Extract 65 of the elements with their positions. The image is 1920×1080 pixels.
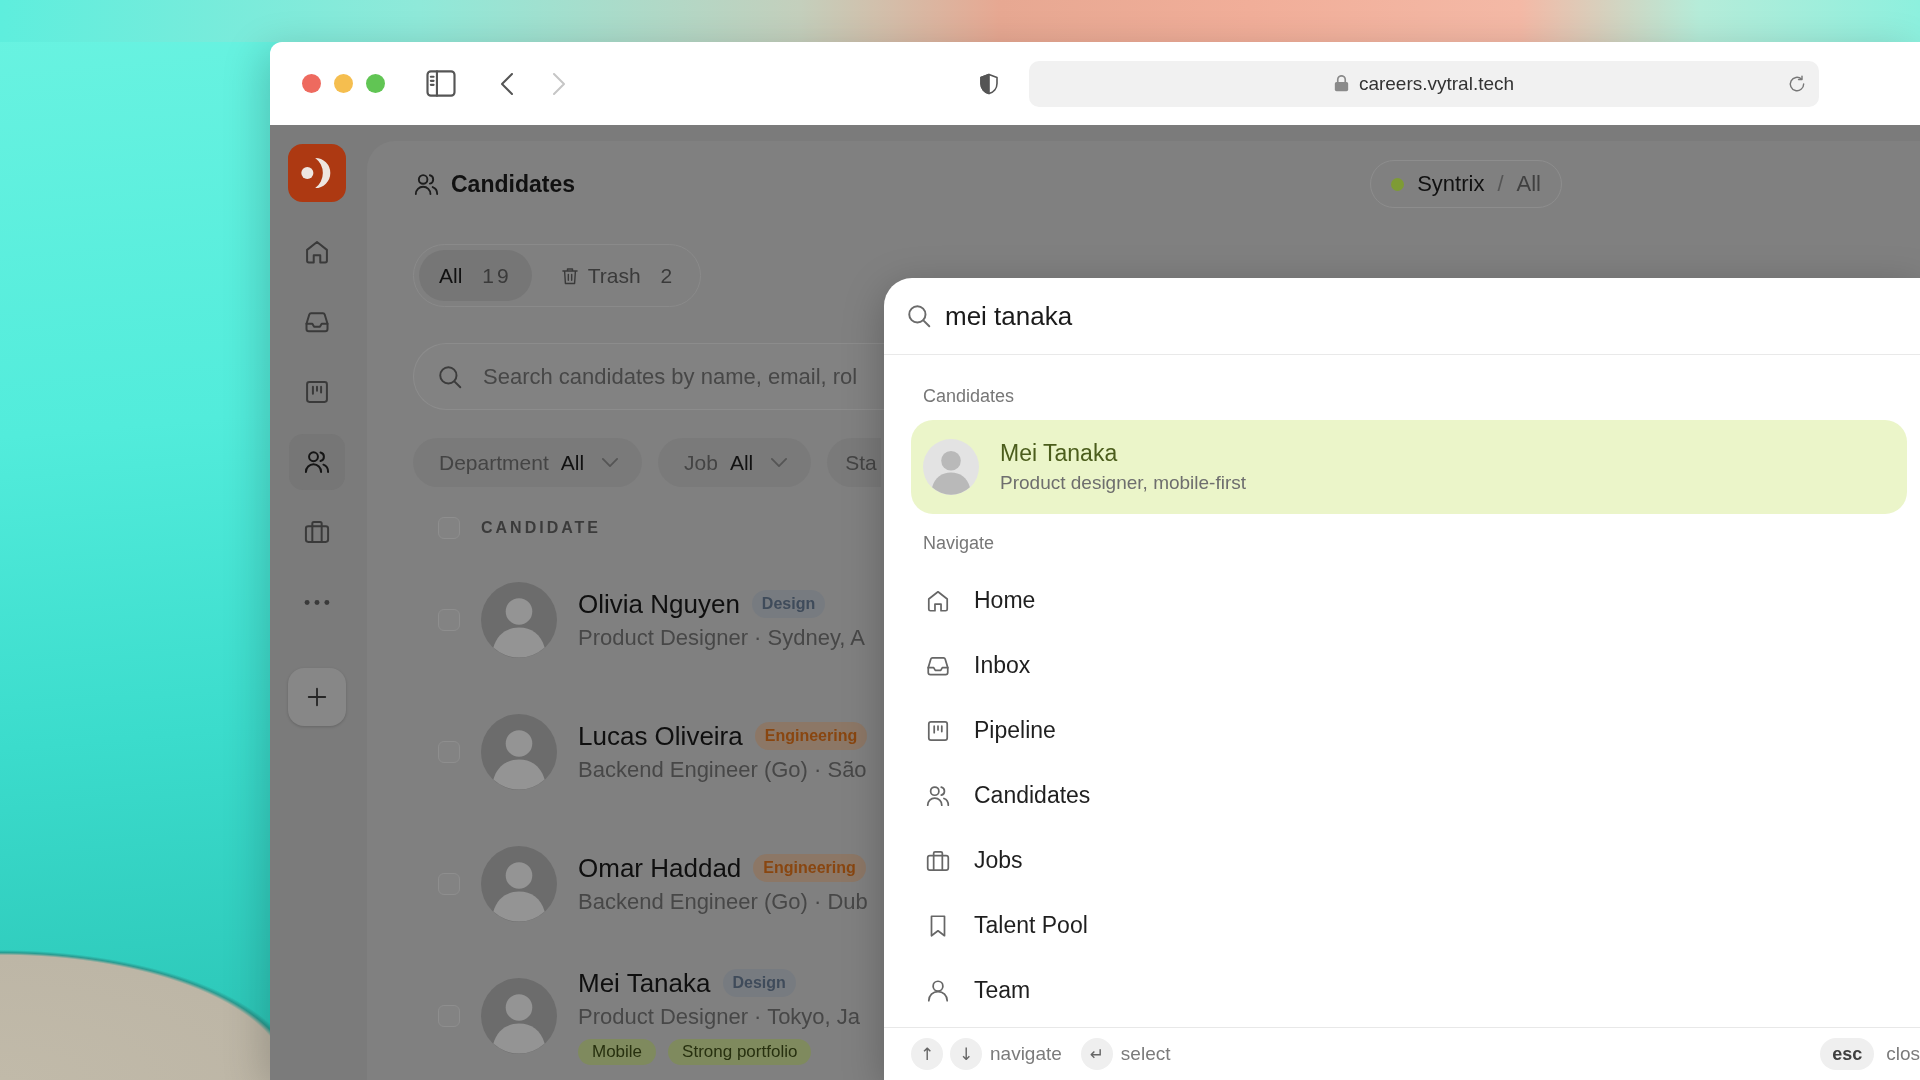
nav-item[interactable]: Candidates [911,763,1107,828]
hint-label: navigate [990,1043,1062,1065]
column-header: CANDIDATE [481,519,602,537]
shield-icon[interactable] [977,71,1001,96]
avatar-icon [481,978,557,1054]
search-field[interactable]: Search candidates by name, email, rol [413,343,886,410]
candidate-subtitle: Backend Engineer (Go) · São [578,756,868,784]
add-button[interactable] [287,668,346,726]
avatar-icon [481,582,557,658]
sidebar-nav-button[interactable] [288,434,345,490]
chevron-down-icon [771,458,788,467]
search-result[interactable]: Mei Tanaka Product designer, mobile-first [911,420,1907,514]
reload-icon[interactable] [1787,73,1807,94]
status-dot-icon [1391,177,1405,191]
search-icon [437,363,463,390]
page-title: Candidates [451,170,575,198]
hint-label: clos [1886,1043,1920,1065]
chevron-down-icon [602,458,619,467]
skill-tag: Mobile [578,1039,657,1065]
minimize-window-icon[interactable] [334,74,353,93]
more-dots-icon [303,598,330,606]
avatar-icon [481,846,557,922]
avatar-icon [923,439,979,495]
hint-label: select [1120,1043,1171,1065]
forward-icon[interactable] [553,72,565,95]
department-tag: Design [751,590,826,618]
avatar-icon [481,714,557,790]
lock-icon [1333,75,1349,92]
fullscreen-window-icon[interactable] [366,74,385,93]
candidate-subtitle: Backend Engineer (Go) · Dub [578,888,868,916]
skill-tag: Strong portfolio [668,1039,812,1065]
candidate-subtitle: Product Designer · Sydney, A [578,624,865,652]
candidate-name[interactable]: Mei Tanaka [578,967,711,999]
people-icon [302,448,331,476]
section-label: Candidates [922,385,1015,408]
department-tag: Engineering [753,854,866,882]
department-tag: Engineering [754,722,868,750]
nav-item[interactable]: Talent Pool [911,893,1104,958]
nav-item[interactable]: Team [911,958,1047,1023]
trash-icon [559,265,580,286]
plus-icon [305,686,328,708]
search-icon [906,303,932,329]
shortcut-key: ↵ [1080,1038,1113,1070]
nav-item[interactable]: Home [911,568,1052,633]
person-icon [925,977,951,1004]
address-bar[interactable]: careers.vytral.tech [1029,60,1819,107]
nav-item[interactable]: Pipeline [911,698,1072,763]
candidate-subtitle: Product Designer · Tokyo, Ja [578,1003,861,1031]
shortcut-key: esc [1820,1038,1875,1070]
candidate-name[interactable]: Lucas Oliveira [578,720,743,752]
briefcase-icon [302,518,331,546]
back-icon[interactable] [501,72,513,95]
tab[interactable]: All 19 [419,250,532,301]
sidebar-toggle-icon[interactable] [426,70,456,97]
section-label: Navigate [922,532,995,555]
shortcut-key: ↓ [950,1038,982,1070]
close-window-icon[interactable] [302,74,321,93]
shortcut-key: ↑ [911,1038,943,1070]
logo-icon[interactable] [287,144,346,202]
department-tag: Design [722,969,796,997]
candidate-name[interactable]: Omar Haddad [578,852,742,884]
candidate-name[interactable]: Olivia Nguyen [578,588,740,620]
nav-item[interactable]: Inbox [911,633,1047,698]
nav-item[interactable]: Jobs [911,828,1039,893]
command-search-field[interactable]: mei tanaka [945,296,1920,336]
